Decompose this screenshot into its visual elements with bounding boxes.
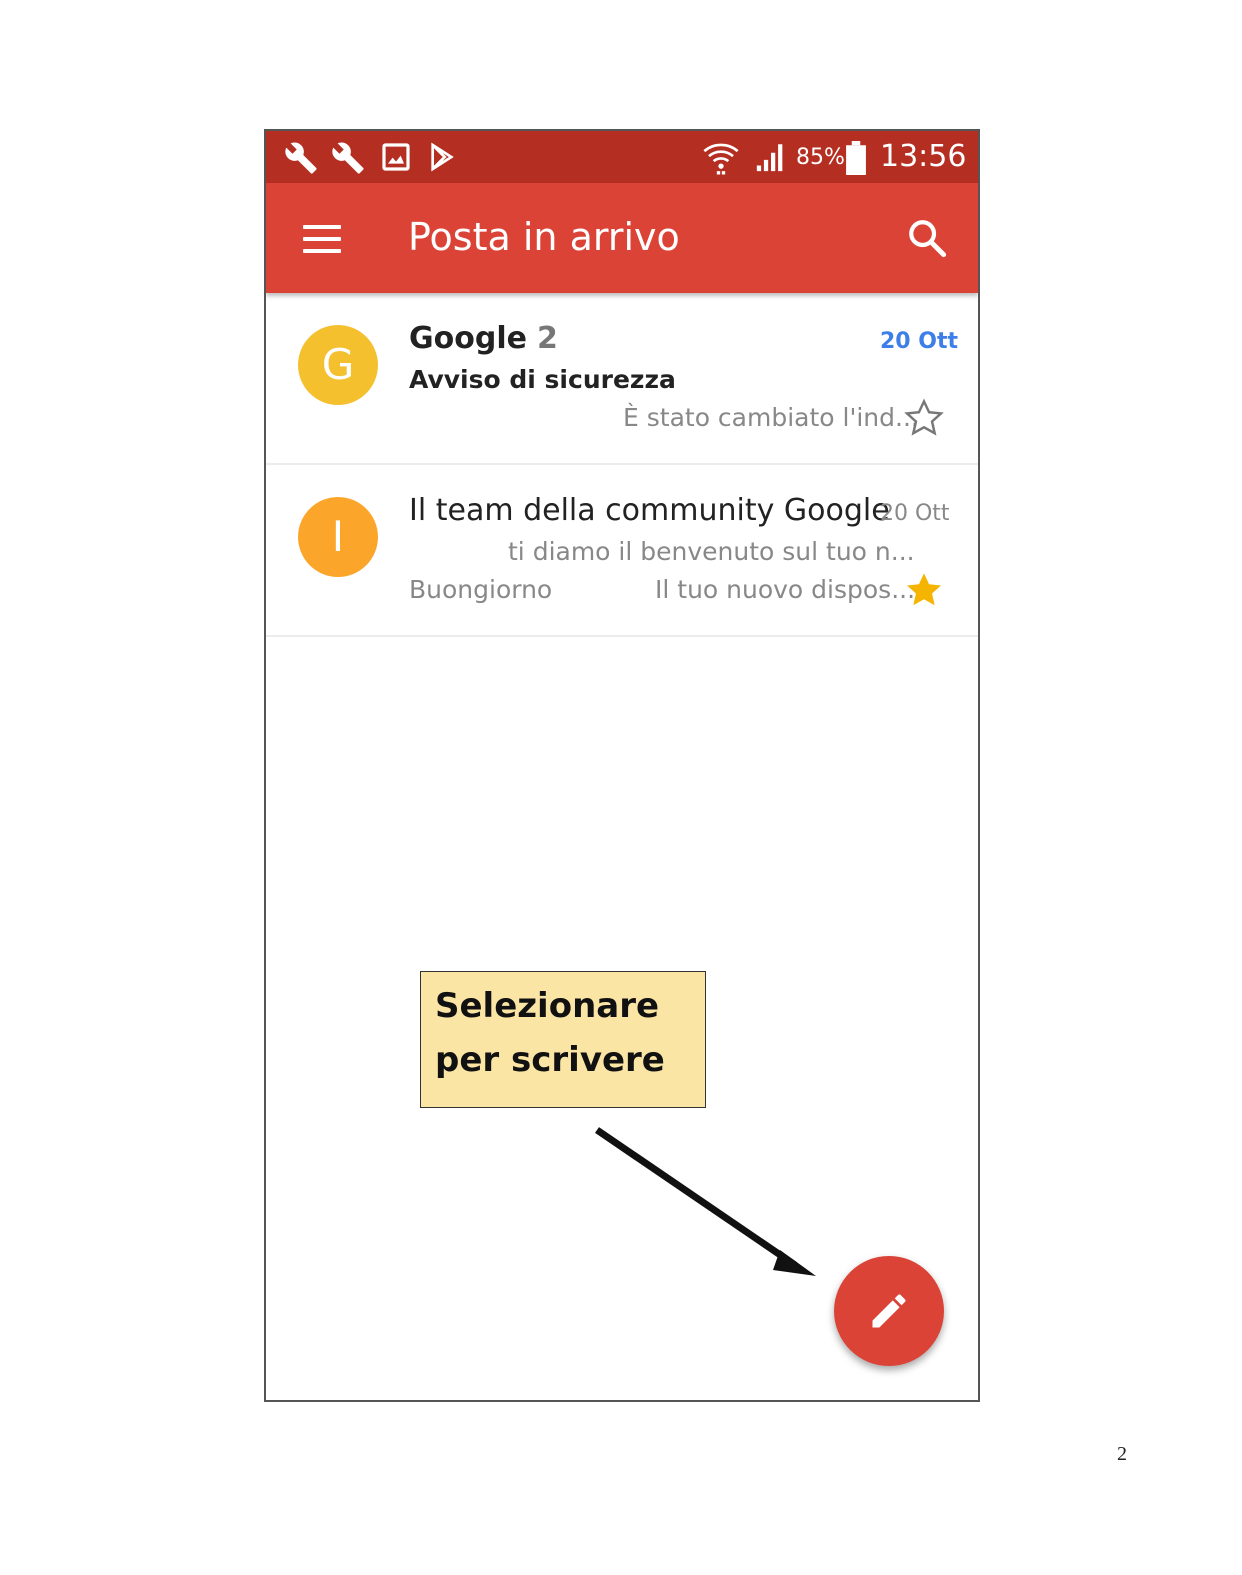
sender-name: Google 2 [409, 321, 558, 356]
page-title: Posta in arrivo [408, 215, 680, 259]
star-outline-icon[interactable] [903, 397, 945, 439]
email-date: 20 Ott [880, 501, 950, 526]
annotation-arrow [595, 1127, 816, 1276]
email-snippet: È stato cambiato l'ind... [623, 403, 919, 432]
instruction-callout: Selezionare per scrivere [420, 971, 706, 1108]
thread-count: 2 [536, 321, 558, 356]
compose-button[interactable] [834, 1256, 944, 1366]
avatar: G [298, 325, 378, 405]
email-row[interactable]: I Il team della community Google 20 Ott … [266, 465, 978, 637]
email-subject: ti diamo il benvenuto sul tuo n... [508, 537, 915, 566]
battery-icon [846, 141, 866, 175]
search-icon[interactable] [906, 217, 948, 259]
battery-percent: 85% [796, 145, 845, 170]
play-store-icon [431, 142, 454, 172]
avatar: I [298, 497, 378, 577]
wrench-icon [332, 142, 364, 174]
wrench-icon [285, 142, 317, 174]
signal-icon [756, 144, 783, 172]
email-date: 20 Ott [880, 329, 959, 354]
email-subject: Avviso di sicurezza [409, 365, 676, 394]
wifi-icon [703, 143, 739, 175]
callout-line-1: Selezionare [435, 986, 660, 1026]
email-row[interactable]: G Google 2 20 Ott Avviso di sicurezza È s… [266, 293, 978, 465]
email-snippet: Il tuo nuovo dispos... [655, 575, 916, 604]
image-icon [382, 143, 410, 171]
star-filled-icon[interactable] [903, 569, 945, 611]
clock: 13:56 [880, 139, 967, 174]
status-bar: 85% 13:56 [266, 131, 978, 183]
email-preview-left: Buongiorno [409, 575, 553, 604]
callout-line-2: per scrivere [435, 1040, 665, 1080]
sender-name: Il team della community Google [409, 493, 890, 528]
menu-icon[interactable] [303, 225, 341, 253]
app-bar: Posta in arrivo [266, 183, 978, 293]
pencil-icon [872, 1294, 906, 1328]
sender-label: Google [409, 321, 527, 356]
page-number: 2 [1117, 1443, 1127, 1465]
